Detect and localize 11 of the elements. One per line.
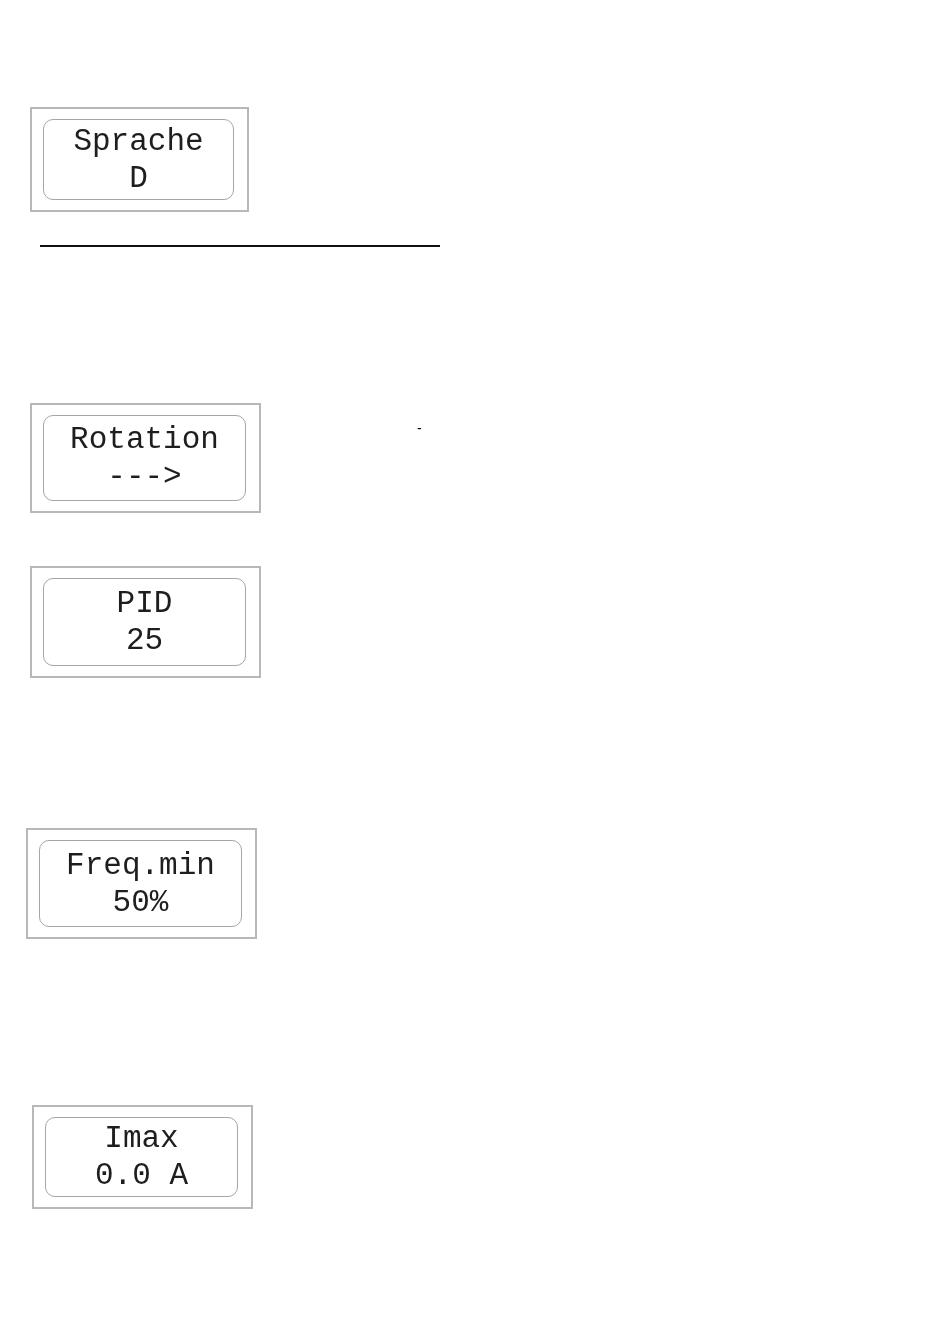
display-label: Rotation	[70, 421, 219, 458]
display-value: 25	[125, 622, 164, 659]
display-value: 50%	[112, 883, 169, 921]
display-label: PID	[116, 585, 173, 622]
display-value: --->	[107, 458, 182, 495]
dash-mark: -	[417, 421, 422, 435]
display-label: Imax	[104, 1120, 179, 1157]
display-label: Sprache	[73, 122, 204, 160]
display-label: Freq.min	[66, 846, 215, 884]
display-value: D	[129, 159, 148, 197]
display-value: 0.0 A	[95, 1157, 188, 1194]
